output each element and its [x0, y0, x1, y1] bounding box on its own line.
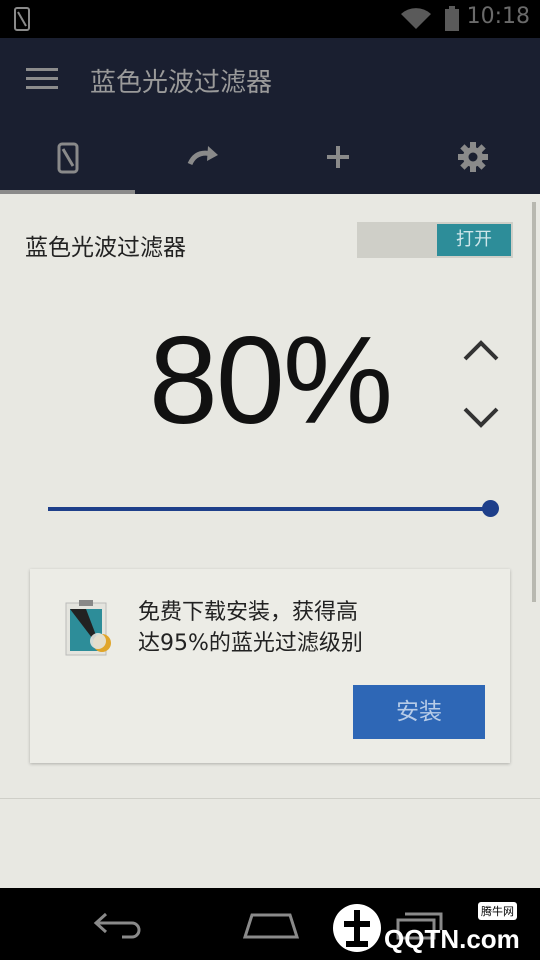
wifi-icon	[401, 8, 431, 30]
status-bar: 10:18	[0, 0, 540, 38]
screen-filter-icon	[14, 7, 30, 31]
filter-label: 蓝色光波过滤器	[25, 235, 186, 261]
tab-filter[interactable]	[0, 120, 135, 194]
divider	[0, 798, 540, 799]
battery-icon	[445, 6, 459, 31]
watermark-badge: 腾牛网	[478, 902, 517, 920]
menu-icon[interactable]	[26, 68, 58, 92]
promo-line-2: 达95%的蓝光过滤级别	[138, 631, 363, 656]
promo-line-1: 免费下载安装，获得高	[138, 600, 359, 625]
tab-bar	[0, 120, 540, 194]
app-bar: 蓝色光波过滤器	[0, 38, 540, 120]
tab-settings[interactable]	[405, 120, 540, 194]
plus-icon	[326, 146, 349, 168]
status-time: 10:18	[466, 4, 530, 29]
app-promo-icon	[65, 600, 111, 656]
filter-toggle[interactable]: 打开	[357, 222, 513, 258]
page-title: 蓝色光波过滤器	[90, 68, 273, 98]
chevron-down-icon[interactable]	[462, 406, 500, 430]
chevron-up-icon[interactable]	[462, 338, 500, 362]
phone-icon	[57, 142, 78, 174]
watermark-logo: QQTN.com 腾牛网	[330, 900, 532, 956]
promo-text: 免费下载安装，获得高 达95%的蓝光过滤级别	[138, 597, 438, 659]
gear-icon	[457, 142, 488, 172]
tab-add[interactable]	[270, 120, 405, 194]
slider-thumb[interactable]	[482, 500, 499, 517]
back-icon[interactable]	[92, 910, 148, 940]
watermark-brand: QQTN.com	[384, 924, 520, 954]
redo-icon	[187, 146, 218, 166]
watermark-emblem-icon	[333, 904, 381, 952]
promo-card: 免费下载安装，获得高 达95%的蓝光过滤级别 安装	[30, 569, 510, 763]
home-icon[interactable]	[242, 910, 300, 940]
install-button[interactable]: 安装	[353, 685, 485, 739]
intensity-slider[interactable]	[48, 507, 490, 511]
scrollbar[interactable]	[532, 202, 536, 602]
main-content: 蓝色光波过滤器 打开 80% 免费下载安装，获得高 达95%的蓝光过滤级别 安装	[0, 194, 540, 888]
nav-bar: QQTN.com 腾牛网	[0, 888, 540, 960]
toggle-label: 打开	[437, 224, 511, 256]
tab-redo[interactable]	[135, 120, 270, 194]
intensity-value: 80%	[148, 312, 393, 450]
